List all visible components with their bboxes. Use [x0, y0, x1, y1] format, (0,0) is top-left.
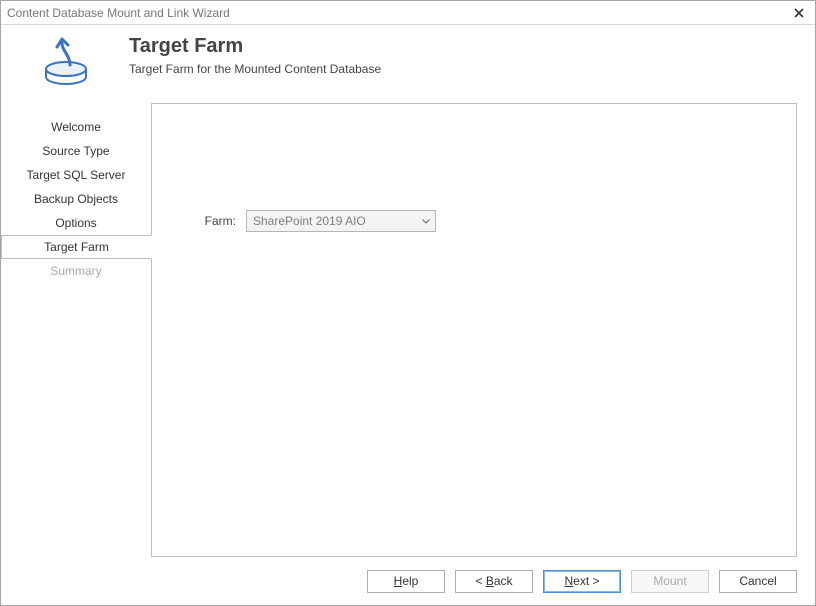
sidebar-item-welcome[interactable]: Welcome: [1, 115, 151, 139]
header-text: Target Farm Target Farm for the Mounted …: [119, 35, 797, 76]
database-arrow-icon: [40, 37, 98, 89]
sidebar-item-label: Target Farm: [44, 240, 109, 254]
next-button[interactable]: Next >: [543, 570, 621, 593]
sidebar-item-label: Welcome: [51, 120, 101, 134]
sidebar-item-target-farm[interactable]: Target Farm: [1, 235, 152, 259]
sidebar-item-label: Backup Objects: [34, 192, 118, 206]
step-sidebar: Welcome Source Type Target SQL Server Ba…: [1, 93, 151, 563]
mount-button: Mount: [631, 570, 709, 593]
help-button[interactable]: Help: [367, 570, 445, 593]
cancel-button[interactable]: Cancel: [719, 570, 797, 593]
farm-row: Farm: SharePoint 2019 AIO: [192, 210, 436, 232]
sidebar-item-label: Target SQL Server: [27, 168, 126, 182]
window-title: Content Database Mount and Link Wizard: [7, 6, 787, 20]
farm-label: Farm:: [192, 214, 246, 228]
wizard-body: Target Farm Target Farm for the Mounted …: [1, 25, 815, 605]
footer: Help < Back Next > Mount Cancel: [1, 563, 815, 605]
page-subtitle: Target Farm for the Mounted Content Data…: [129, 62, 797, 76]
chevron-down-icon: [422, 219, 430, 224]
sidebar-item-summary: Summary: [1, 259, 151, 283]
farm-combobox-button[interactable]: [417, 211, 435, 231]
sidebar-item-options[interactable]: Options: [1, 211, 151, 235]
content-panel: Farm: SharePoint 2019 AIO: [151, 103, 797, 557]
page-title: Target Farm: [129, 35, 797, 58]
sidebar-item-label: Options: [55, 216, 96, 230]
header: Target Farm Target Farm for the Mounted …: [1, 25, 815, 93]
header-icon-wrap: [19, 35, 119, 89]
back-button[interactable]: < Back: [455, 570, 533, 593]
close-icon: [794, 8, 804, 18]
wizard-window: Content Database Mount and Link Wizard T…: [0, 0, 816, 606]
sidebar-item-label: Summary: [50, 264, 101, 278]
title-bar: Content Database Mount and Link Wizard: [1, 1, 815, 25]
middle-area: Welcome Source Type Target SQL Server Ba…: [1, 93, 815, 563]
farm-combobox-value: SharePoint 2019 AIO: [247, 214, 417, 228]
close-button[interactable]: [787, 3, 811, 23]
sidebar-item-backup-objects[interactable]: Backup Objects: [1, 187, 151, 211]
sidebar-item-source-type[interactable]: Source Type: [1, 139, 151, 163]
sidebar-item-target-sql-server[interactable]: Target SQL Server: [1, 163, 151, 187]
farm-combobox[interactable]: SharePoint 2019 AIO: [246, 210, 436, 232]
sidebar-item-label: Source Type: [42, 144, 109, 158]
